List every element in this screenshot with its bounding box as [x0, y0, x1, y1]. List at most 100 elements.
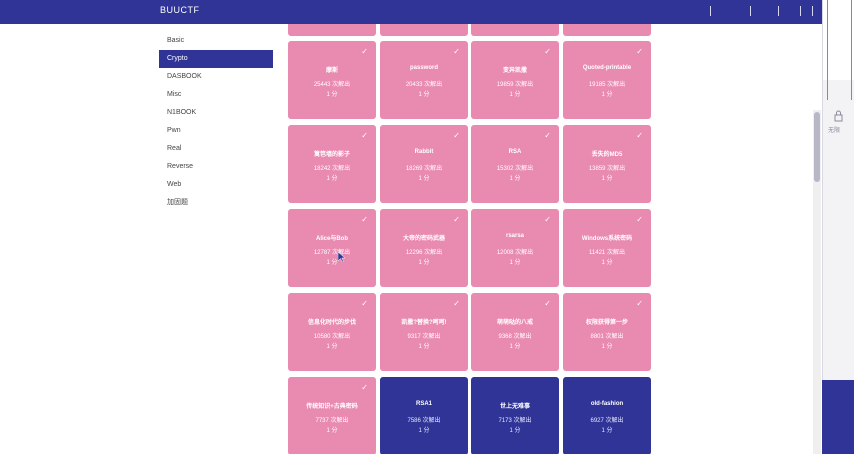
- top-navbar: BUUCTF: [0, 0, 822, 24]
- challenge-name: 丢失的MD5: [591, 152, 623, 158]
- solve-count: 11421 次解出: [589, 250, 625, 256]
- challenge-card[interactable]: ✓ 传统知识+古典密码 7737 次解出 1 分: [288, 377, 376, 454]
- solve-count: 19859 次解出: [496, 82, 534, 88]
- solved-check-icon: ✓: [636, 215, 643, 224]
- challenge-card[interactable]: 世上无难事 7173 次解出 1 分: [471, 377, 559, 454]
- challenge-card[interactable]: ✓ RSA 15302 次解出 1 分: [471, 125, 559, 203]
- challenge-score: 1 分: [326, 176, 338, 182]
- challenge-card[interactable]: ✓ Quoted-printable 19185 次解出 1 分: [563, 41, 651, 119]
- solve-count: 12787 次解出: [313, 250, 351, 256]
- challenge-score: 1 分: [418, 260, 430, 266]
- challenge-card[interactable]: ✓ password 20433 次解出 1 分: [380, 41, 468, 119]
- sidebar-item-pwn[interactable]: Pwn: [159, 122, 273, 140]
- challenge-score: 1 分: [418, 176, 430, 182]
- sidebar-item-n1book[interactable]: N1BOOK: [159, 104, 273, 122]
- solve-count: 18269 次解出: [405, 166, 443, 172]
- challenge-score: 1 分: [601, 428, 613, 434]
- nav-divider: [710, 6, 711, 16]
- challenge-score: 1 分: [601, 260, 613, 266]
- scrollbar-thumb[interactable]: [814, 112, 820, 182]
- solve-count: 19185 次解出: [588, 82, 626, 88]
- solved-check-icon: ✓: [361, 299, 368, 308]
- solve-count: 9368 次解出: [498, 334, 532, 340]
- sidebar-item-hardening[interactable]: 加固题: [159, 194, 273, 212]
- solved-check-icon: ✓: [453, 131, 460, 140]
- challenge-score: 1 分: [418, 428, 430, 434]
- challenge-card-partial[interactable]: [563, 24, 651, 36]
- challenge-score: 1 分: [418, 92, 430, 98]
- challenge-name: 大帝的密码武器: [402, 236, 445, 242]
- solve-count: 13859 次解出: [588, 166, 626, 172]
- challenge-card-partial[interactable]: [288, 24, 376, 36]
- challenge-name: 权限获得第一步: [585, 320, 628, 326]
- sidebar-item-crypto[interactable]: Crypto: [159, 50, 273, 68]
- solve-count: 7737 次解出: [315, 418, 349, 424]
- challenge-score: 1 分: [509, 428, 521, 434]
- challenge-score: 1 分: [509, 260, 521, 266]
- challenge-name: Alice与Bob: [315, 236, 348, 242]
- challenge-name: 萌萌哒的八戒: [496, 320, 533, 326]
- challenge-name: Rabbit: [414, 149, 434, 155]
- challenge-score: 1 分: [509, 344, 521, 350]
- solve-count: 6927 次解出: [590, 418, 624, 424]
- sidebar-item-web[interactable]: Web: [159, 176, 273, 194]
- challenge-name: 信息化时代的步伐: [307, 320, 356, 326]
- challenge-name: password: [409, 65, 438, 71]
- sidebar-item-reverse[interactable]: Reverse: [159, 158, 273, 176]
- brand-logo[interactable]: BUUCTF: [160, 5, 200, 15]
- category-sidebar: Basic Crypto DASBOOK Misc N1BOOK Pwn Rea…: [159, 32, 273, 212]
- challenge-card[interactable]: ✓ 信息化时代的步伐 10580 次解出 1 分: [288, 293, 376, 371]
- solve-count: 8801 次解出: [590, 334, 624, 340]
- sidebar-item-basic[interactable]: Basic: [159, 32, 273, 50]
- solved-check-icon: ✓: [544, 131, 551, 140]
- lock-icon[interactable]: [834, 110, 843, 122]
- solve-count: 18242 次解出: [313, 166, 351, 172]
- challenge-card[interactable]: ✓ rsarsa 12008 次解出 1 分: [471, 209, 559, 287]
- solve-count: 20433 次解出: [405, 82, 443, 88]
- solve-count: 12296 次解出: [405, 250, 443, 256]
- challenge-name: Quoted-printable: [582, 65, 632, 71]
- sidebar-item-misc[interactable]: Misc: [159, 86, 273, 104]
- challenge-name: 摩斯: [325, 68, 338, 74]
- challenge-name: 传统知识+古典密码: [306, 404, 358, 410]
- solved-check-icon: ✓: [453, 47, 460, 56]
- challenge-score: 1 分: [326, 344, 338, 350]
- challenge-card[interactable]: ✓ 权限获得第一步 8801 次解出 1 分: [563, 293, 651, 371]
- challenge-card[interactable]: ✓ 篱笆墙的影子 18242 次解出 1 分: [288, 125, 376, 203]
- challenge-score: 1 分: [509, 92, 521, 98]
- solve-count: 9317 次解出: [407, 334, 441, 340]
- solved-check-icon: ✓: [636, 47, 643, 56]
- challenge-card[interactable]: ✓ 凯撒?替换?呵呵! 9317 次解出 1 分: [380, 293, 468, 371]
- challenge-card-partial[interactable]: [471, 24, 559, 36]
- nav-divider: [812, 6, 813, 16]
- solved-check-icon: ✓: [361, 131, 368, 140]
- challenge-card[interactable]: ✓ 变异凯撒 19859 次解出 1 分: [471, 41, 559, 119]
- challenge-card[interactable]: ✓ 大帝的密码武器 12296 次解出 1 分: [380, 209, 468, 287]
- challenge-score: 1 分: [418, 344, 430, 350]
- challenge-score: 1 分: [509, 176, 521, 182]
- solved-check-icon: ✓: [544, 47, 551, 56]
- challenge-card[interactable]: ✓ 摩斯 25443 次解出 1 分: [288, 41, 376, 119]
- challenge-card[interactable]: ✓ 丢失的MD5 13859 次解出 1 分: [563, 125, 651, 203]
- solve-count: 10580 次解出: [313, 334, 351, 340]
- nav-divider: [778, 6, 779, 16]
- solved-check-icon: ✓: [361, 383, 368, 392]
- challenge-card-partial[interactable]: [380, 24, 468, 36]
- sidebar-item-real[interactable]: Real: [159, 140, 273, 158]
- nav-divider: [800, 6, 801, 16]
- challenge-name: RSA: [508, 149, 522, 155]
- challenge-card[interactable]: ✓ Alice与Bob 12787 次解出 1 分: [288, 209, 376, 287]
- challenge-card[interactable]: RSA1 7586 次解出 1 分: [380, 377, 468, 454]
- solve-count: 7586 次解出: [407, 418, 441, 424]
- challenge-card[interactable]: ✓ 萌萌哒的八戒 9368 次解出 1 分: [471, 293, 559, 371]
- solved-check-icon: ✓: [544, 215, 551, 224]
- challenge-card[interactable]: old-fashion 6927 次解出 1 分: [563, 377, 651, 454]
- panel-divider: [851, 0, 852, 100]
- challenge-card[interactable]: ✓ Windows系统密码 11421 次解出 1 分: [563, 209, 651, 287]
- challenge-name: rsarsa: [505, 233, 525, 239]
- challenge-card[interactable]: ✓ Rabbit 18269 次解出 1 分: [380, 125, 468, 203]
- sidebar-item-dasbook[interactable]: DASBOOK: [159, 68, 273, 86]
- challenge-score: 1 分: [326, 92, 338, 98]
- panel-divider: [827, 0, 828, 100]
- challenge-grid: ✓ 摩斯 25443 次解出 1 分 ✓ password 20433 次解出 1 分 ✓ 变异凯…: [288, 24, 653, 454]
